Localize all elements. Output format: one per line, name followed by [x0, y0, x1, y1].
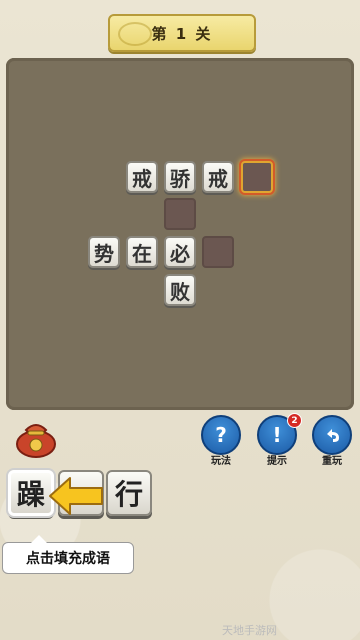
- hint-count-badge: 2: [287, 413, 302, 428]
- undo-arrow-icon: [327, 429, 339, 442]
- empty-slot[interactable]: [164, 198, 196, 230]
- how-to-play-button[interactable]: ?: [201, 415, 241, 455]
- board-tile[interactable]: 骄: [164, 161, 196, 193]
- level-title-plate: 第 1 关: [108, 14, 256, 52]
- level-title: 第 1 关: [151, 24, 213, 43]
- tutorial-tooltip: 点击填充成语: [2, 535, 134, 574]
- replay-button[interactable]: [312, 415, 352, 455]
- board-tile[interactable]: 戒: [126, 161, 158, 193]
- hint-label: 提示: [267, 456, 287, 467]
- replay-label: 重玩: [322, 456, 342, 467]
- cloud-icon: [118, 22, 152, 46]
- board-tile[interactable]: 必: [164, 236, 196, 268]
- how-to-play-label: 玩法: [211, 456, 231, 467]
- puzzle-board: 戒 骄 戒 势 在 必 败: [6, 58, 354, 410]
- watermark: 天地手游网: [222, 624, 277, 637]
- money-bag-icon[interactable]: [14, 418, 58, 458]
- question-icon: ?: [215, 423, 227, 447]
- pointer-arrow-icon: [49, 477, 103, 515]
- board-tile[interactable]: 势: [88, 236, 120, 268]
- board-tile[interactable]: 败: [164, 274, 196, 306]
- choice-tile[interactable]: 行: [106, 470, 152, 516]
- empty-slot[interactable]: [202, 236, 234, 268]
- board-tile[interactable]: 在: [126, 236, 158, 268]
- board-tile[interactable]: 戒: [202, 161, 234, 193]
- selected-empty-slot[interactable]: [241, 161, 273, 193]
- exclamation-icon: !: [272, 423, 282, 447]
